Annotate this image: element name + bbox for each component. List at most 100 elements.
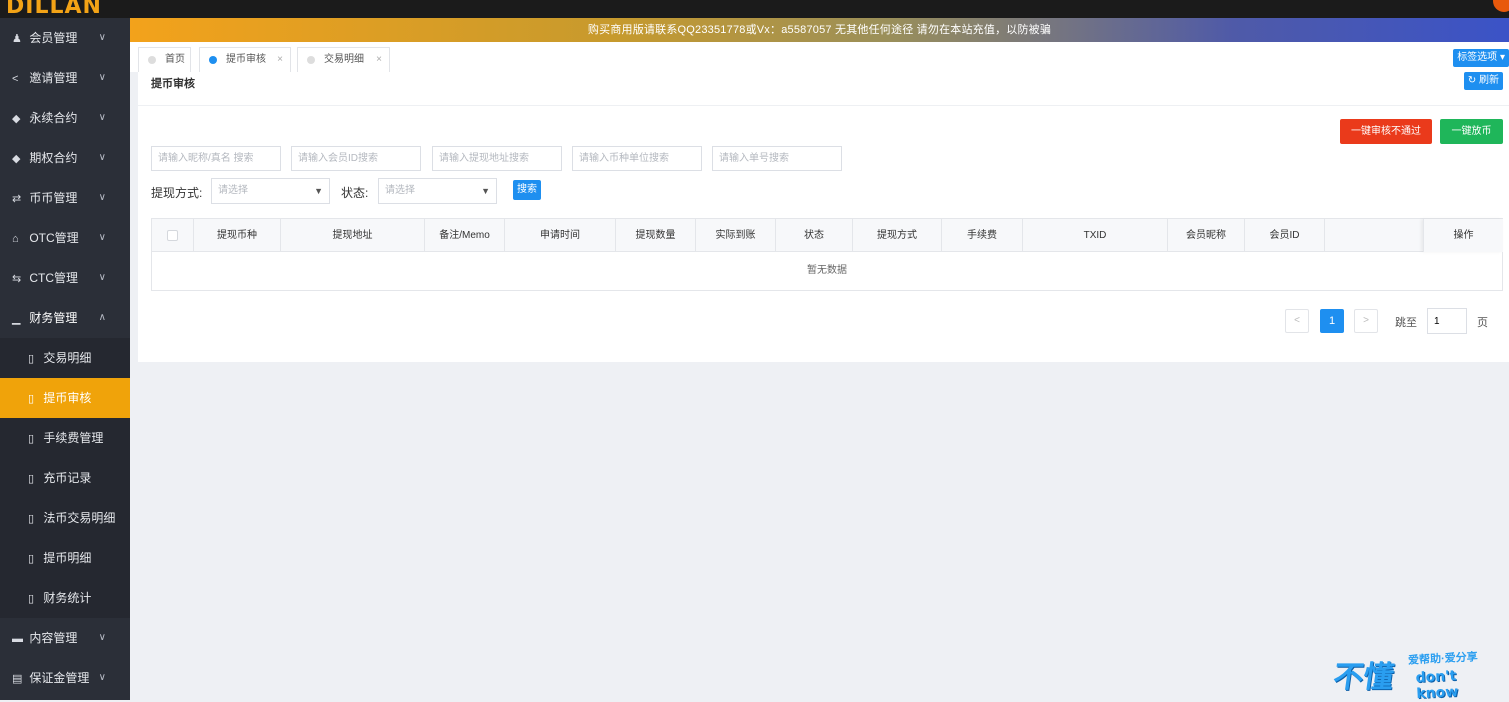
chevron-down-icon: ∨ (98, 232, 106, 243)
nickname-search-input[interactable] (151, 146, 281, 171)
withdraw-table: 提现币种 提现地址 备注/Memo 申请时间 提现数量 实际到账 状态 提现方式… (151, 218, 1503, 291)
member-id-search-input[interactable] (291, 146, 421, 171)
sidebar-subitem-fiat-transactions[interactable]: ▯ 法币交易明细 (0, 498, 130, 538)
sidebar-item-otc[interactable]: ⌂ OTC管理 ∨ (0, 218, 130, 258)
sidebar-item-spot[interactable]: ⇄ 币币管理 ∨ (0, 178, 130, 218)
watermark-slogan: 爱帮助·爱分享 (1407, 651, 1478, 667)
coin-unit-search-input[interactable] (572, 146, 702, 171)
header-checkbox-cell (152, 219, 194, 252)
sidebar-subitem-transactions[interactable]: ▯ 交易明细 (0, 338, 130, 378)
chevron-down-icon: ∨ (98, 272, 106, 283)
sidebar-item-deposit-margin[interactable]: ▤ 保证金管理 ∨ (0, 658, 130, 698)
column-header: 提现方式 (853, 219, 942, 252)
next-page-button[interactable]: > (1354, 309, 1378, 333)
file-icon: ▯ (28, 353, 35, 365)
divider (138, 105, 1509, 106)
tab-transactions[interactable]: 交易明细 × (297, 47, 390, 72)
sidebar-item-invite[interactable]: < 邀请管理 ∨ (0, 58, 130, 98)
empty-state: 暂无数据 (807, 265, 847, 276)
sidebar-item-content[interactable]: ▬ 内容管理 ∨ (0, 618, 130, 658)
user-avatar[interactable] (1493, 0, 1509, 12)
sidebar-subitem-label: 手续费管理 (43, 431, 104, 445)
tab-status-dot (307, 56, 315, 64)
column-header: 会员ID (1245, 219, 1325, 252)
goto-label: 跳至 (1395, 317, 1417, 329)
sidebar-item-members[interactable]: ♟ 会员管理 ∨ (0, 18, 130, 58)
sidebar-item-perpetual[interactable]: ◆ 永续合约 ∨ (0, 98, 130, 138)
tab-bar: 首页 提币审核 × 交易明细 × 标签选项 ▾ (130, 42, 1509, 72)
column-header-actions: 操作 (1423, 219, 1503, 252)
sidebar-subitem-label: 充币记录 (43, 471, 92, 485)
sidebar-subitem-deposits[interactable]: ▯ 充币记录 (0, 458, 130, 498)
goto-page-input[interactable] (1427, 308, 1467, 334)
cube-icon: ◆ (12, 113, 21, 125)
tab-label: 首页 (165, 54, 185, 65)
tab-home[interactable]: 首页 (138, 47, 191, 72)
exchange-icon: ⇄ (12, 193, 22, 205)
sidebar-subitem-fees[interactable]: ▯ 手续费管理 (0, 418, 130, 458)
chart-icon: ▁ (12, 313, 21, 325)
column-header: 申请时间 (505, 219, 616, 252)
users-icon: ♟ (12, 33, 22, 45)
sidebar-item-options[interactable]: ◆ 期权合约 ∨ (0, 138, 130, 178)
current-page[interactable]: 1 (1320, 309, 1344, 333)
sidebar-item-label: 永续合约 (29, 111, 78, 125)
search-button[interactable]: 搜索 (513, 180, 541, 200)
page-suffix: 页 (1477, 317, 1488, 329)
file-icon: ▯ (28, 553, 35, 565)
column-header: 会员昵称 (1168, 219, 1245, 252)
sidebar-item-finance[interactable]: ▁ 财务管理 ∧ (0, 298, 130, 338)
sidebar-subitem-withdraw-review[interactable]: ▯ 提币审核 (0, 378, 130, 418)
column-header: TXID (1023, 219, 1168, 252)
sidebar-item-label: 邀请管理 (29, 71, 78, 85)
sidebar-item-ctc[interactable]: ⇆ CTC管理 ∨ (0, 258, 130, 298)
chevron-down-icon: ∨ (98, 672, 106, 683)
sidebar-subitem-label: 交易明细 (43, 351, 92, 365)
sidebar-item-label: 会员管理 (29, 31, 78, 45)
file-icon: ▯ (28, 393, 35, 405)
release-all-button[interactable]: 一键放币 (1440, 119, 1503, 144)
sidebar-item-label: 保证金管理 (29, 671, 90, 685)
sidebar-item-label: 内容管理 (29, 631, 78, 645)
file-icon: ▯ (28, 473, 35, 485)
table-header: 提现币种 提现地址 备注/Memo 申请时间 提现数量 实际到账 状态 提现方式… (152, 219, 1503, 252)
sidebar-subitem-statistics[interactable]: ▯ 财务统计 (0, 578, 130, 618)
sidebar-subitem-label: 法币交易明细 (43, 511, 116, 525)
top-bar: DILLAN (0, 0, 1509, 19)
file-icon: ▯ (28, 513, 35, 525)
status-select[interactable]: 请选择 ▼ (378, 178, 497, 204)
page-title: 提币审核 (151, 78, 195, 90)
chevron-down-icon: ∨ (98, 632, 106, 643)
tab-status-dot (209, 56, 217, 64)
method-filter-label: 提现方式: (151, 186, 203, 200)
refresh-button[interactable]: ↻ 刷新 (1463, 72, 1503, 90)
method-select[interactable]: 请选择 ▼ (211, 178, 330, 204)
address-search-input[interactable] (432, 146, 562, 171)
reject-all-button[interactable]: 一键审核不通过 (1340, 119, 1432, 144)
tab-withdraw-review[interactable]: 提币审核 × (199, 47, 291, 72)
bank-icon: ⌂ (12, 233, 19, 245)
tab-options-button[interactable]: 标签选项 ▾ (1453, 49, 1509, 67)
close-icon[interactable]: × (376, 48, 382, 71)
logo: DILLAN (6, 0, 102, 19)
watermark-big-text: 不懂 (1331, 660, 1396, 695)
tab-label: 交易明细 (324, 54, 364, 65)
file-icon: ▯ (28, 433, 35, 445)
select-placeholder: 请选择 (218, 185, 248, 196)
prev-page-button[interactable]: < (1285, 309, 1309, 333)
caret-down-icon: ▼ (481, 186, 490, 196)
select-all-checkbox[interactable] (167, 229, 178, 241)
order-no-search-input[interactable] (712, 146, 842, 171)
column-header: 实际到账 (696, 219, 776, 252)
close-icon[interactable]: × (277, 48, 283, 71)
status-filter-label: 状态: (341, 186, 369, 200)
content-card: 提币审核 ↻ 刷新 一键审核不通过 一键放币 提现方式: 请选择 ▼ 状态: 请… (138, 72, 1509, 362)
folder-icon: ▬ (12, 633, 23, 645)
chevron-down-icon: ∨ (98, 72, 106, 83)
column-header: 手续费 (942, 219, 1023, 252)
chevron-down-icon: ∨ (98, 112, 106, 123)
tab-label: 提币审核 (226, 54, 266, 65)
chevron-up-icon: ∧ (98, 312, 106, 323)
sidebar-subitem-label: 财务统计 (43, 591, 92, 605)
sidebar-subitem-withdraw-details[interactable]: ▯ 提币明细 (0, 538, 130, 578)
